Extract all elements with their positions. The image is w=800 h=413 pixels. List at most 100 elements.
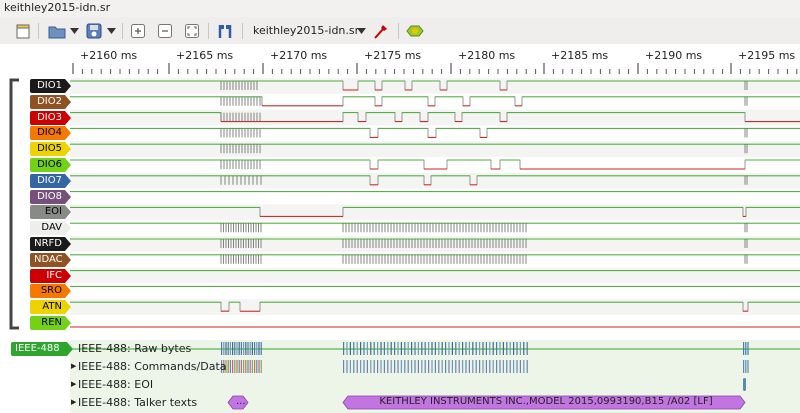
annotation-mark: [366, 342, 368, 355]
annotation-mark: [349, 342, 351, 355]
annotation-mark: [489, 342, 491, 355]
annotation-mark: [353, 342, 355, 355]
zoom-in-icon[interactable]: [128, 21, 148, 41]
annotation-mark: [223, 342, 225, 355]
channel-row-band: [70, 299, 800, 315]
annotation-mark: [468, 342, 470, 355]
annotation-mark: [387, 360, 389, 373]
decoder-label[interactable]: IEEE-488: [11, 342, 73, 356]
annotation-mark: [380, 342, 382, 355]
annotation-mark: [229, 360, 231, 373]
annotation-mark: [236, 360, 238, 373]
annotation-mark: [492, 360, 494, 373]
open-dropdown-icon[interactable]: [68, 21, 80, 41]
annotation-mark: [502, 342, 504, 355]
annotation-mark: [526, 360, 528, 373]
channel-label[interactable]: DAV: [30, 221, 71, 236]
annotation-mark: [747, 360, 749, 373]
annotation-mark: [509, 360, 511, 373]
annotation-mark: [390, 360, 392, 373]
channel-row-band: [70, 78, 800, 94]
annotation-mark: [232, 342, 234, 355]
annotation-mark: [485, 360, 487, 373]
group-bracket: [9, 78, 19, 330]
expand-row-icon[interactable]: ▶: [71, 398, 76, 406]
toolbar-separator: [398, 23, 399, 39]
channel-label[interactable]: DIO1: [30, 79, 71, 93]
annotation-mark: [513, 342, 515, 355]
annotation-mark: [747, 342, 749, 355]
channel-label[interactable]: SRO: [30, 284, 71, 299]
expand-row-icon[interactable]: ▶: [71, 380, 76, 388]
annotation-mark: [404, 342, 406, 355]
cursor-icon[interactable]: [214, 21, 236, 41]
save-dropdown-icon[interactable]: [105, 21, 117, 41]
annotation-mark: [383, 360, 385, 373]
annotation-mark: [232, 360, 234, 373]
annotation-mark: [346, 360, 348, 373]
channel-row-band: [70, 109, 800, 126]
channel-row-band: [70, 267, 800, 284]
annotation-mark: [516, 342, 518, 355]
time-ruler[interactable]: +2160 ms +2165 ms +2170 ms +2175 ms +2180 ms…: [0, 44, 800, 74]
annotation-mark: [472, 360, 474, 373]
open-file-icon[interactable]: [45, 21, 69, 41]
annotation-mark: [234, 342, 236, 355]
annotation-mark: [526, 342, 528, 355]
annotation-mark: [445, 342, 447, 355]
annotation-mark: [254, 342, 256, 355]
annotation-mark: [445, 360, 447, 373]
annotation-mark: [387, 342, 389, 355]
annotation-mark: [377, 342, 379, 355]
session-dropdown-icon[interactable]: [355, 21, 367, 41]
probe-icon[interactable]: [370, 21, 392, 41]
talker-annotation-short: ...: [236, 396, 246, 407]
annotation-mark: [221, 342, 223, 355]
annotation-mark: [482, 342, 484, 355]
annotation-mark: [479, 342, 481, 355]
channel-label[interactable]: DIO8: [30, 189, 71, 204]
annotation-mark: [400, 342, 402, 355]
channel-label[interactable]: DIO7: [30, 173, 71, 188]
annotation-mark: [254, 360, 256, 373]
annotation-mark: [256, 342, 258, 355]
annotation-mark: [455, 360, 457, 373]
annotation-mark: [479, 360, 481, 373]
channel-label[interactable]: ATN: [30, 300, 71, 315]
expand-row-icon[interactable]: ▶: [71, 362, 76, 370]
decoder-icon[interactable]: [404, 21, 426, 41]
channel-label[interactable]: IFC: [30, 268, 71, 283]
channel-label[interactable]: DIO3: [30, 110, 71, 125]
channel-label[interactable]: NDAC: [30, 252, 71, 267]
channel-label[interactable]: DIO4: [30, 126, 71, 141]
annotation-mark: [743, 342, 745, 355]
save-file-icon[interactable]: [82, 21, 106, 41]
annotation-mark: [360, 360, 362, 373]
annotation-mark: [428, 342, 430, 355]
annotation-mark: [496, 360, 498, 373]
annotation-mark: [411, 360, 413, 373]
annotation-mark: [513, 360, 515, 373]
new-view-icon[interactable]: [12, 21, 34, 41]
channel-label[interactable]: DIO6: [30, 158, 71, 172]
annotation-mark: [343, 342, 345, 355]
annotation-mark: [523, 342, 525, 355]
zoom-fit-icon[interactable]: [182, 21, 202, 41]
annotation-mark: [227, 342, 229, 355]
channel-label[interactable]: REN: [30, 316, 71, 330]
annotation-mark: [424, 342, 426, 355]
annotation-mark: [243, 342, 245, 355]
zoom-out-icon[interactable]: [155, 21, 175, 41]
channel-label[interactable]: EOI: [30, 205, 71, 220]
session-selector[interactable]: keithley2015-idn.sr: [253, 24, 359, 37]
annotation-mark: [234, 360, 236, 373]
toolbar-separator: [242, 23, 243, 39]
channel-label[interactable]: NRFD: [30, 237, 71, 251]
annotation-mark: [428, 360, 430, 373]
annotation-mark: [353, 360, 355, 373]
channel-label[interactable]: DIO2: [30, 94, 71, 109]
signal-trace: [70, 96, 800, 107]
channel-label[interactable]: DIO5: [30, 142, 71, 157]
annotation-mark: [509, 342, 511, 355]
trace-area[interactable]: DIO1 DIO2 DIO3 DIO4 DIO5 DIO6 DIO7 DIO8 EOI DAV NR…: [0, 74, 800, 413]
